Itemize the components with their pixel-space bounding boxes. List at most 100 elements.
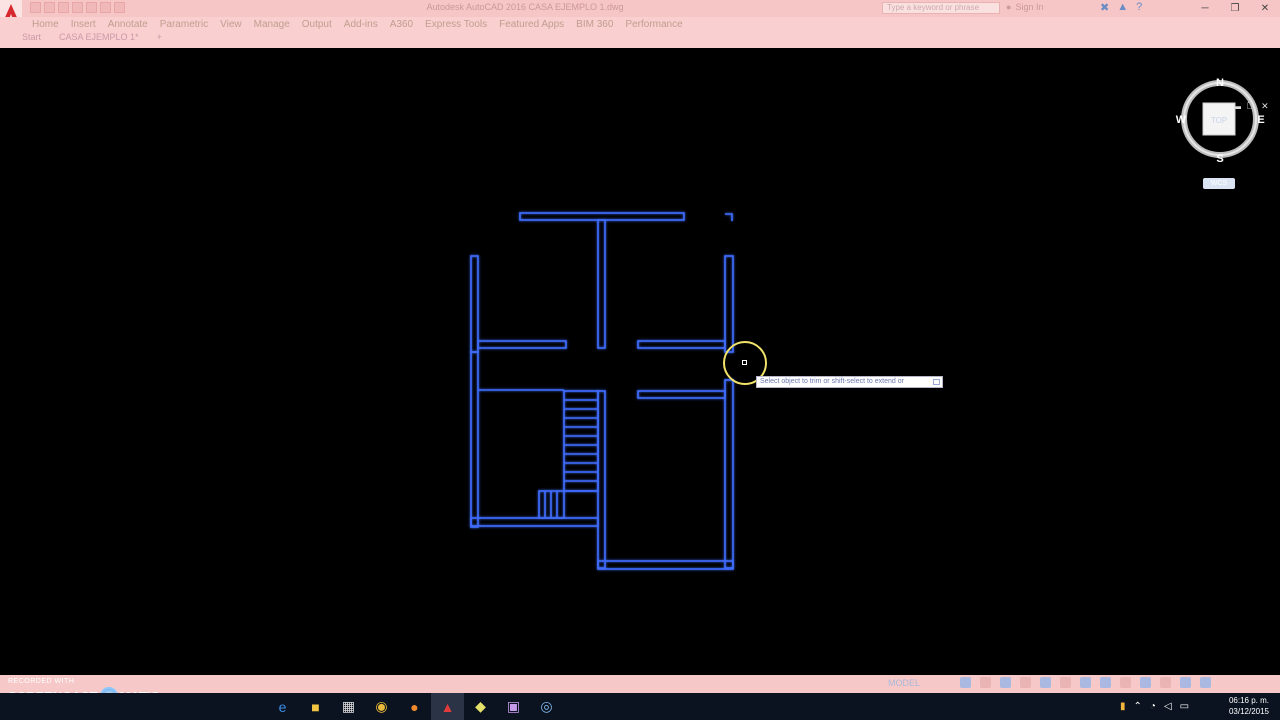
new-file-icon[interactable] <box>30 2 41 13</box>
isolate-objects-icon[interactable] <box>1140 677 1151 688</box>
compass-east[interactable]: E <box>1257 114 1264 126</box>
tab-bim-360[interactable]: BIM 360 <box>576 19 613 30</box>
drawing-canvas[interactable]: ▬ ❐ ✕ <box>0 48 1280 675</box>
wall-left-lower[interactable] <box>470 351 479 528</box>
lineweight-toggle-icon[interactable] <box>1080 677 1091 688</box>
help-icon[interactable]: ? <box>1136 1 1142 14</box>
wall-mid-right[interactable] <box>637 340 726 349</box>
exchange-apps-icon[interactable]: ✖ <box>1100 1 1109 14</box>
close-button[interactable]: ✕ <box>1250 0 1280 17</box>
pickbox-cursor <box>742 360 747 365</box>
premiere-icon[interactable]: ▣ <box>497 693 530 720</box>
taskbar-apps: e ■ ▦ ◉ ● ▲ ◆ ▣ ◎ <box>266 693 563 720</box>
viewcube-face-label: TOP <box>1211 116 1227 125</box>
compass-south[interactable]: S <box>1216 153 1223 165</box>
compass-west[interactable]: W <box>1176 114 1187 126</box>
action-center-icon[interactable]: ▭ <box>1180 701 1189 712</box>
annotation-scale-icon[interactable] <box>1100 677 1111 688</box>
clean-screen-icon[interactable] <box>1180 677 1191 688</box>
file-explorer-icon[interactable]: ■ <box>299 693 332 720</box>
plot-icon[interactable] <box>86 2 97 13</box>
wall-lower-right[interactable] <box>637 390 726 399</box>
wall-top[interactable] <box>519 212 685 221</box>
screencast-taskbar-icon[interactable]: ◎ <box>530 693 563 720</box>
wall-bottom-right[interactable] <box>597 560 734 570</box>
clock-time: 06:16 p. m. <box>1228 696 1270 705</box>
save-as-icon[interactable] <box>72 2 83 13</box>
prompt-text: Select object to trim or shift-select to… <box>760 378 904 385</box>
calculator-icon[interactable]: ▦ <box>332 693 365 720</box>
file-tab-start[interactable]: Start <box>22 32 41 42</box>
tab-performance[interactable]: Performance <box>625 19 682 30</box>
tab-featured-apps[interactable]: Featured Apps <box>499 19 564 30</box>
wall-right-lower[interactable] <box>724 379 734 569</box>
volume-icon[interactable]: ◁ <box>1164 701 1172 712</box>
tab-home[interactable]: Home <box>32 19 59 30</box>
undo-icon[interactable] <box>100 2 111 13</box>
file-tab-drawing[interactable]: CASA EJEMPLO 1* <box>59 32 139 42</box>
edge-icon[interactable]: e <box>266 693 299 720</box>
otrack-toggle-icon[interactable] <box>1060 677 1071 688</box>
grid-toggle-icon[interactable] <box>960 677 971 688</box>
stair-treads[interactable] <box>564 399 598 492</box>
status-toggles <box>960 677 1211 688</box>
window-controls: ─ ❐ ✕ <box>1190 0 1280 17</box>
tab-a360[interactable]: A360 <box>390 19 413 30</box>
tab-view[interactable]: View <box>220 19 242 30</box>
osnap-toggle-icon[interactable] <box>1040 677 1051 688</box>
wall-right-upper[interactable] <box>724 255 734 353</box>
workspace-gear-icon[interactable] <box>1120 677 1131 688</box>
tab-insert[interactable]: Insert <box>71 19 96 30</box>
folder-icon[interactable]: ◆ <box>464 693 497 720</box>
stay-connected-icon[interactable]: ▲ <box>1117 1 1128 14</box>
taskbar-clock[interactable]: 06:16 p. m. 03/12/2015 <box>1224 695 1274 717</box>
tab-annotate[interactable]: Annotate <box>108 19 148 30</box>
firefox-icon[interactable]: ● <box>398 693 431 720</box>
hardware-acceleration-icon[interactable] <box>1160 677 1171 688</box>
watermark-recorded-with: RECORDED WITH <box>8 678 75 685</box>
polar-toggle-icon[interactable] <box>1020 677 1031 688</box>
account-area[interactable]: ● Sign In <box>1006 2 1043 12</box>
autocad-taskbar-icon[interactable]: ▲ <box>431 693 464 720</box>
network-icon[interactable]: ◔ <box>1150 701 1156 712</box>
stair-outline[interactable] <box>563 390 599 492</box>
tray-app-icon[interactable]: ▮ <box>1120 701 1126 712</box>
prompt-options-icon[interactable] <box>933 379 940 385</box>
minimize-button[interactable]: ─ <box>1190 0 1220 17</box>
search-input[interactable]: Type a keyword or phrase <box>882 2 1000 14</box>
new-tab-button[interactable]: + <box>157 32 162 42</box>
tab-output[interactable]: Output <box>302 19 332 30</box>
maximize-button[interactable]: ❐ <box>1220 0 1250 17</box>
floor-plan-drawing[interactable] <box>0 48 1280 675</box>
model-space-button[interactable]: MODEL <box>888 678 920 688</box>
help-toolbar: ✖ ▲ ? <box>1100 1 1142 14</box>
wall-bottom-left[interactable] <box>470 517 599 527</box>
tab-express-tools[interactable]: Express Tools <box>425 19 487 30</box>
save-icon[interactable] <box>58 2 69 13</box>
ortho-toggle-icon[interactable] <box>1000 677 1011 688</box>
wall-stair-right[interactable] <box>597 390 606 569</box>
tab-manage[interactable]: Manage <box>254 19 290 30</box>
system-tray: ▮ ⌃ ◔ ◁ ▭ <box>1120 693 1189 720</box>
open-file-icon[interactable] <box>44 2 55 13</box>
wcs-menu-button[interactable]: WCS <box>1203 178 1235 189</box>
file-tabs: Start CASA EJEMPLO 1* + <box>22 32 162 42</box>
compass-north[interactable]: N <box>1216 77 1224 89</box>
ribbon: Home Insert Annotate Parametric View Man… <box>0 17 1280 48</box>
wall-left-upper[interactable] <box>470 255 479 353</box>
customization-menu-icon[interactable] <box>1200 677 1211 688</box>
snap-toggle-icon[interactable] <box>980 677 991 688</box>
redo-icon[interactable] <box>114 2 125 13</box>
tab-parametric[interactable]: Parametric <box>160 19 208 30</box>
user-icon: ● <box>1006 2 1012 12</box>
show-hidden-icons-icon[interactable]: ⌃ <box>1134 701 1142 712</box>
clock-date: 03/12/2015 <box>1228 707 1270 716</box>
status-bar: MODEL <box>0 675 1280 693</box>
wall-corner-marker[interactable] <box>725 213 733 221</box>
sign-in-label[interactable]: Sign In <box>1015 2 1043 12</box>
wall-mid-left[interactable] <box>477 340 567 349</box>
viewcube[interactable]: TOP N S E W <box>1175 75 1265 165</box>
wall-center-vertical[interactable] <box>597 219 606 349</box>
tab-add-ins[interactable]: Add-ins <box>344 19 378 30</box>
chrome-icon[interactable]: ◉ <box>365 693 398 720</box>
